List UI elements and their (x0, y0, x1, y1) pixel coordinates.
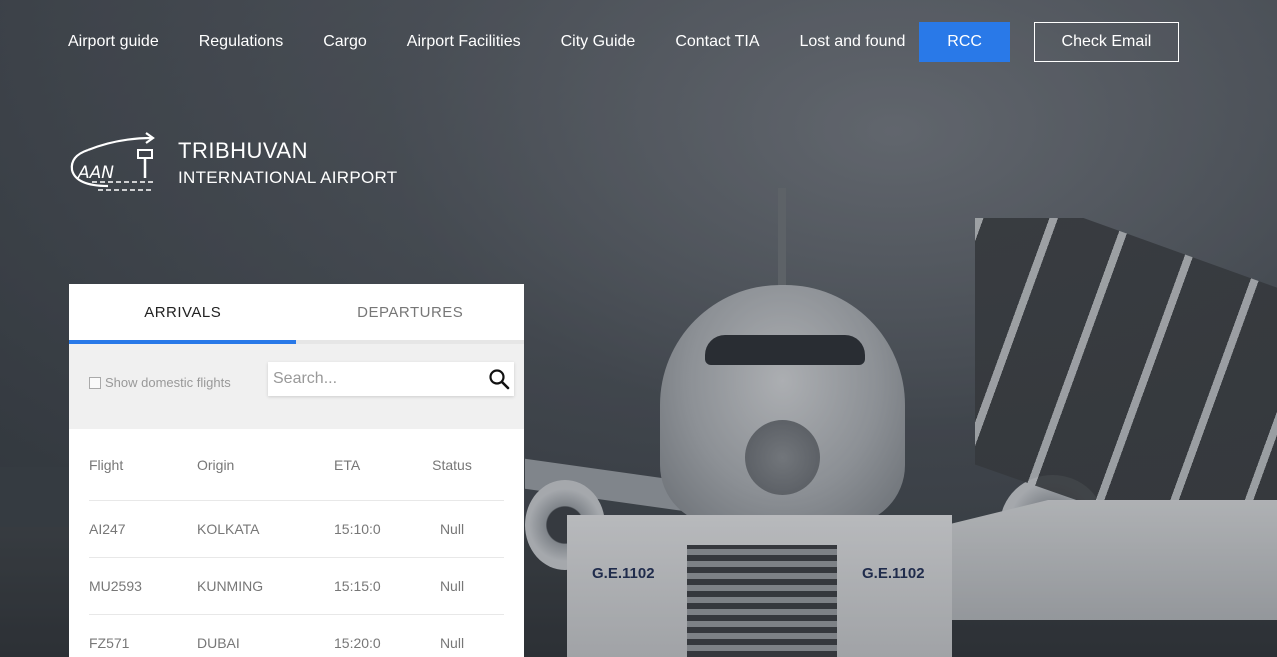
table-row[interactable]: FZ571 DUBAI 15:20:0 Null (89, 615, 504, 657)
cell-eta: 15:10:0 (334, 521, 381, 537)
logo-mark-text: AAN (77, 163, 114, 183)
airport-title-line2: INTERNATIONAL AIRPORT (178, 168, 398, 187)
table-row[interactable]: AI247 KOLKATA 15:10:0 Null (89, 501, 504, 558)
table-row[interactable]: MU2593 KUNMING 15:15:0 Null (89, 558, 504, 615)
site-logo[interactable]: AAN TRIBHUVAN INTERNATIONAL AIRPORT (68, 130, 397, 196)
flight-panel: ARRIVALS DEPARTURES Show domestic flight… (69, 284, 524, 657)
rcc-button[interactable]: RCC (919, 22, 1010, 62)
tab-arrivals[interactable]: ARRIVALS (69, 284, 297, 340)
domestic-flights-checkbox[interactable] (89, 376, 101, 389)
nav-lost-and-found[interactable]: Lost and found (800, 33, 906, 51)
nav-airport-facilities[interactable]: Airport Facilities (407, 33, 521, 51)
search-icon[interactable] (488, 368, 510, 390)
nav-contact-tia[interactable]: Contact TIA (675, 33, 759, 51)
domestic-flights-label: Show domestic flights (105, 375, 231, 390)
cell-eta: 15:20:0 (334, 635, 381, 651)
tab-departures[interactable]: DEPARTURES (297, 284, 525, 340)
col-origin: Origin (197, 456, 235, 473)
col-status: Status (432, 456, 472, 473)
flight-filter-bar: Show domestic flights Search... (69, 344, 524, 429)
cell-origin: KUNMING (197, 578, 264, 594)
col-eta: ETA (334, 456, 361, 473)
cell-status: Null (439, 635, 465, 651)
domestic-flights-toggle[interactable]: Show domestic flights (89, 375, 231, 390)
cell-flight: MU2593 (89, 578, 142, 594)
airport-title: TRIBHUVAN INTERNATIONAL AIRPORT (178, 138, 397, 188)
nav-cargo[interactable]: Cargo (323, 33, 367, 51)
col-flight: Flight (89, 456, 124, 473)
airport-title-line1: TRIBHUVAN (178, 138, 308, 163)
cell-origin: DUBAI (197, 635, 240, 651)
search-placeholder: Search... (273, 370, 338, 387)
aan-logo-icon: AAN (70, 132, 155, 191)
cell-flight: FZ571 (89, 635, 130, 651)
cell-eta: 15:15:0 (334, 578, 381, 594)
cell-flight: AI247 (89, 521, 126, 537)
flights-table: Flight Origin ETA Status AI247 KOLKATA 1… (69, 429, 524, 657)
flight-search-input[interactable]: Search... (268, 362, 514, 396)
flight-tabs: ARRIVALS DEPARTURES (69, 284, 524, 344)
nav-city-guide[interactable]: City Guide (561, 33, 636, 51)
nav-regulations[interactable]: Regulations (199, 33, 284, 51)
nav-airport-guide[interactable]: Airport guide (68, 33, 159, 51)
main-nav: Airport guide Regulations Cargo Airport … (68, 22, 1179, 62)
table-header: Flight Origin ETA Status (89, 429, 504, 501)
cell-origin: KOLKATA (197, 521, 260, 537)
check-email-button[interactable]: Check Email (1033, 22, 1179, 62)
cell-status: Null (439, 521, 465, 537)
cell-status: Null (439, 578, 465, 594)
